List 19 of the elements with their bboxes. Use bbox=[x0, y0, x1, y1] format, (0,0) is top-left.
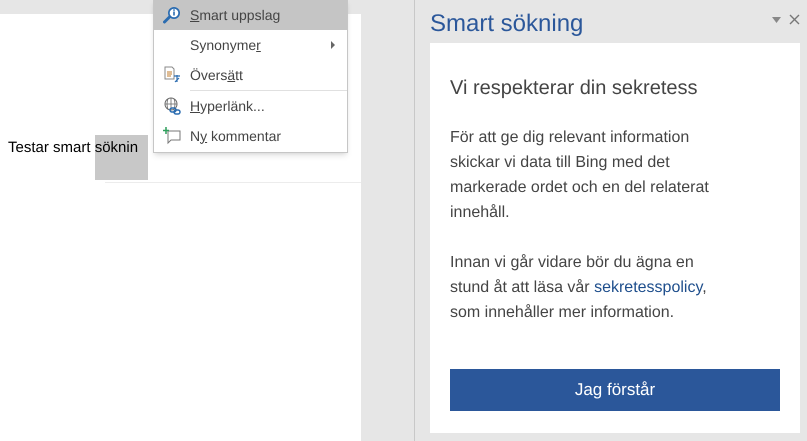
magnifier-icon bbox=[163, 6, 181, 24]
info-paragraph: Innan vi går vidare bör du ägna en stund åt att läsa vår sekretesspolicy, som innehåller mer information. bbox=[450, 253, 708, 323]
info-paragraph: För att ge dig relevant information skickar vi data till Bing med det markerade ordet och en del relaterat innehåll. bbox=[450, 128, 710, 223]
pane-title: Smart sökning bbox=[430, 9, 584, 39]
privacy-policy-link[interactable]: sekretesspolicy bbox=[594, 279, 702, 296]
globe-link-icon bbox=[163, 97, 181, 115]
menu-item[interactable]: Ny kommentar bbox=[154, 121, 347, 151]
menu-item[interactable]: Smart uppslag bbox=[154, 0, 347, 30]
card-heading: Vi respekterar din sekretess bbox=[450, 76, 699, 101]
comment-plus-icon bbox=[163, 127, 181, 145]
menu-item[interactable]: Synonymer bbox=[154, 30, 347, 60]
menu-item[interactable]: Hyperlänk... bbox=[154, 91, 347, 121]
submenu-arrow-icon bbox=[331, 41, 335, 49]
close-icon[interactable] bbox=[789, 14, 800, 25]
translate-icon bbox=[164, 66, 180, 84]
dropdown-icon[interactable] bbox=[772, 16, 781, 22]
menu-item[interactable]: Översätt bbox=[154, 60, 347, 90]
document-text: Testar smart söknin bbox=[8, 135, 148, 180]
accept-button[interactable]: Jag förstår bbox=[450, 369, 780, 411]
